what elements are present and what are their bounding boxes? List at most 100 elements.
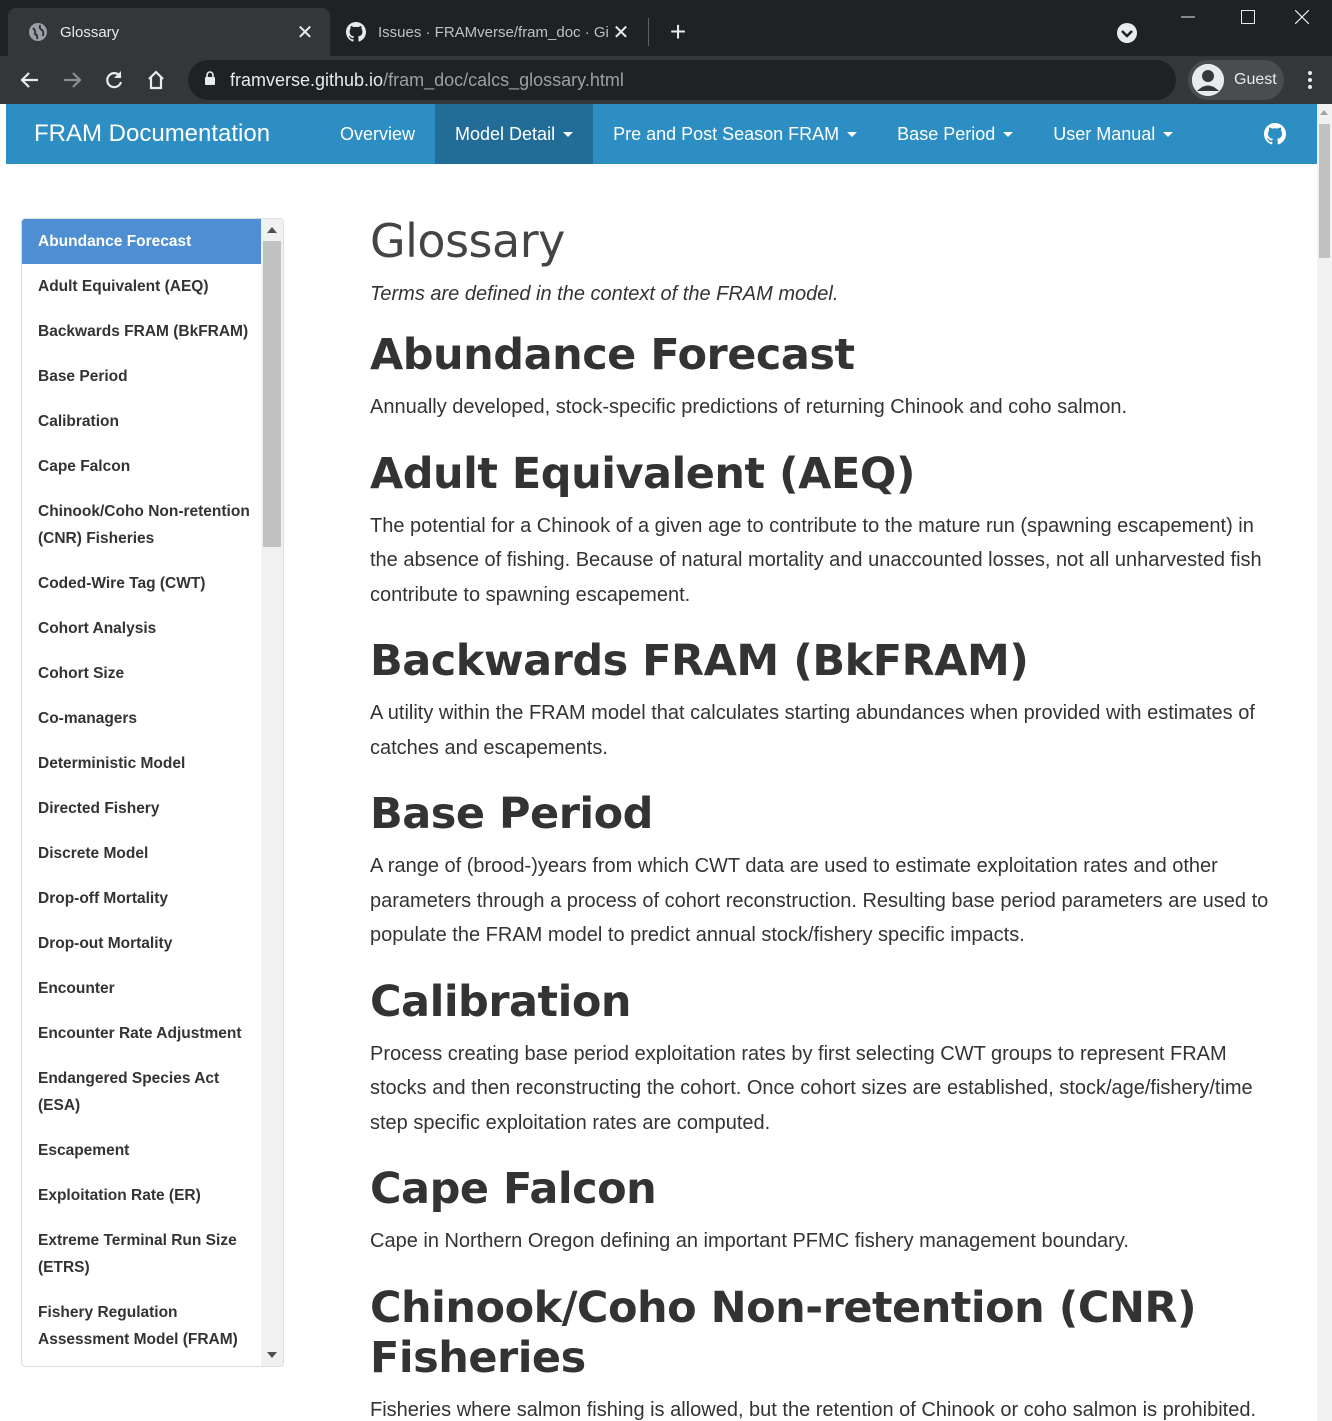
page-scrollbar[interactable] xyxy=(1317,104,1332,1421)
toc-item[interactable]: Extreme Terminal Run Size (ETRS) xyxy=(22,1218,262,1290)
url-path: /fram_doc/calcs_glossary.html xyxy=(383,69,624,90)
nav-label: Pre and Post Season FRAM xyxy=(613,123,840,144)
site-navbar: FRAM Documentation Overview Model Detail… xyxy=(6,104,1317,164)
toc-item[interactable]: Exploitation Rate (ER) xyxy=(22,1173,262,1218)
toc-item[interactable]: Fishery Scaler xyxy=(22,1362,262,1366)
nav-base-period[interactable]: Base Period xyxy=(877,104,1033,164)
page-title: Glossary xyxy=(370,214,565,268)
entry-definition: A range of (brood-)years from which CWT … xyxy=(370,855,1269,947)
caret-down-icon xyxy=(1003,131,1014,137)
caret-down-icon xyxy=(563,131,574,137)
tab-glossary[interactable]: Glossary ✕ xyxy=(8,8,330,56)
nav-user-manual[interactable]: User Manual xyxy=(1033,104,1193,164)
glossary-entry: Calibration Process creating base period … xyxy=(370,977,1270,1141)
toc-item[interactable]: Cape Falcon xyxy=(22,444,262,489)
lock-icon[interactable] xyxy=(204,70,216,90)
main-content: Glossary Terms are defined in the contex… xyxy=(370,208,1270,1421)
toc-item[interactable]: Adult Equivalent (AEQ) xyxy=(22,264,262,309)
scroll-down-icon[interactable] xyxy=(267,1352,277,1358)
github-icon[interactable] xyxy=(1264,123,1286,145)
entry-term: Base Period xyxy=(370,789,653,840)
nav-overview[interactable]: Overview xyxy=(320,104,435,164)
close-icon[interactable]: ✕ xyxy=(610,21,632,44)
caret-down-icon xyxy=(847,131,858,137)
url-host: framverse.github.io xyxy=(230,69,384,90)
toc-item[interactable]: Cohort Size xyxy=(22,651,262,696)
page-viewport: FRAM Documentation Overview Model Detail… xyxy=(6,104,1332,1421)
nav-pre-post-season[interactable]: Pre and Post Season FRAM xyxy=(593,104,877,164)
glossary-entries: Abundance Forecast Annually developed, st… xyxy=(370,330,1270,1421)
toc-item[interactable]: Drop-off Mortality xyxy=(22,876,262,921)
toc-list: Abundance Forecast Adult Equivalent (AEQ)… xyxy=(22,219,262,1366)
tab-title: Issues · FRAMverse/fram_doc · Gi xyxy=(378,23,609,41)
entry-term: Chinook/Coho Non-retention (CNR) Fisheri… xyxy=(370,1282,1197,1383)
globe-icon xyxy=(28,22,48,42)
toc-sidebar: Abundance Forecast Adult Equivalent (AEQ)… xyxy=(21,218,284,1367)
profile-button[interactable]: Guest xyxy=(1188,60,1284,100)
home-icon[interactable] xyxy=(140,64,172,96)
maximize-icon[interactable] xyxy=(1218,0,1278,34)
forward-icon[interactable] xyxy=(56,64,88,96)
tab-search-icon[interactable] xyxy=(1114,20,1140,46)
toc-scroll-thumb[interactable] xyxy=(263,241,281,547)
entry-term: Abundance Forecast xyxy=(370,330,855,381)
toc-item[interactable]: Encounter Rate Adjustment xyxy=(22,1011,262,1056)
toc-item[interactable]: Deterministic Model xyxy=(22,741,262,786)
entry-definition: Process creating base period exploitatio… xyxy=(370,1042,1253,1134)
reload-icon[interactable] xyxy=(98,64,130,96)
new-tab-icon[interactable]: + xyxy=(662,17,694,49)
toc-scrollbar[interactable] xyxy=(261,219,283,1366)
glossary-entry: Cape Falcon Cape in Northern Oregon defin… xyxy=(370,1164,1270,1259)
toc-item[interactable]: Chinook/Coho Non-retention (CNR) Fisheri… xyxy=(22,489,262,561)
toc-item[interactable]: Abundance Forecast xyxy=(22,219,262,264)
toc-item[interactable]: Discrete Model xyxy=(22,831,262,876)
entry-definition: A utility within the FRAM model that cal… xyxy=(370,702,1255,759)
github-icon xyxy=(346,22,366,42)
avatar-icon xyxy=(1192,64,1224,96)
site-brand[interactable]: FRAM Documentation xyxy=(6,120,320,148)
glossary-entry: Chinook/Coho Non-retention (CNR) Fisheri… xyxy=(370,1283,1270,1421)
glossary-entry: Adult Equivalent (AEQ) The potential for … xyxy=(370,449,1270,613)
toc-item[interactable]: Drop-out Mortality xyxy=(22,921,262,966)
entry-term: Calibration xyxy=(370,976,632,1027)
address-bar[interactable]: framverse.github.io/fram_doc/calcs_gloss… xyxy=(188,60,1176,100)
close-icon[interactable]: ✕ xyxy=(294,21,316,44)
entry-definition: Cape in Northern Oregon defining an impo… xyxy=(370,1230,1129,1253)
back-icon[interactable] xyxy=(14,64,46,96)
entry-definition: The potential for a Chinook of a given a… xyxy=(370,514,1262,606)
glossary-entry: Base Period A range of (brood-)years from… xyxy=(370,789,1270,953)
entry-definition: Annually developed, stock-specific predi… xyxy=(370,396,1128,419)
caret-down-icon xyxy=(1163,131,1174,137)
toc-item[interactable]: Coded-Wire Tag (CWT) xyxy=(22,561,262,606)
tab-divider xyxy=(648,18,649,46)
nav-label: Model Detail xyxy=(455,123,556,144)
toc-item[interactable]: Base Period xyxy=(22,354,262,399)
nav-label: Base Period xyxy=(897,123,996,144)
entry-definition: Fisheries where salmon fishing is allowe… xyxy=(370,1398,1257,1421)
tab-title: Glossary xyxy=(60,23,120,41)
toc-item[interactable]: Encounter xyxy=(22,966,262,1011)
nav-label: User Manual xyxy=(1053,123,1156,144)
minimize-icon[interactable] xyxy=(1158,0,1218,34)
nav-model-detail[interactable]: Model Detail xyxy=(435,104,594,164)
tab-issues[interactable]: Issues · FRAMverse/fram_doc · Gi ✕ xyxy=(334,8,646,56)
page-subtitle: Terms are defined in the context of the … xyxy=(370,283,839,306)
toc-item[interactable]: Directed Fishery xyxy=(22,786,262,831)
browser-toolbar: framverse.github.io/fram_doc/calcs_gloss… xyxy=(0,56,1332,104)
scroll-up-icon[interactable] xyxy=(267,227,277,233)
entry-term: Adult Equivalent (AEQ) xyxy=(370,448,916,499)
toc-item[interactable]: Endangered Species Act (ESA) xyxy=(22,1056,262,1128)
scroll-up-icon[interactable] xyxy=(1320,110,1328,115)
page-scroll-thumb[interactable] xyxy=(1319,124,1330,258)
glossary-entry: Abundance Forecast Annually developed, st… xyxy=(370,330,1270,425)
kebab-menu-icon[interactable] xyxy=(1298,64,1322,96)
nav-label: Overview xyxy=(340,123,416,144)
toc-item[interactable]: Backwards FRAM (BkFRAM) xyxy=(22,309,262,354)
toc-item[interactable]: Cohort Analysis xyxy=(22,606,262,651)
toc-item[interactable]: Co-managers xyxy=(22,696,262,741)
toc-item[interactable]: Calibration xyxy=(22,399,262,444)
toc-item[interactable]: Fishery Regulation Assessment Model (FRA… xyxy=(22,1290,262,1362)
profile-label: Guest xyxy=(1234,71,1277,88)
window-close-icon[interactable] xyxy=(1272,0,1332,34)
toc-item[interactable]: Escapement xyxy=(22,1128,262,1173)
